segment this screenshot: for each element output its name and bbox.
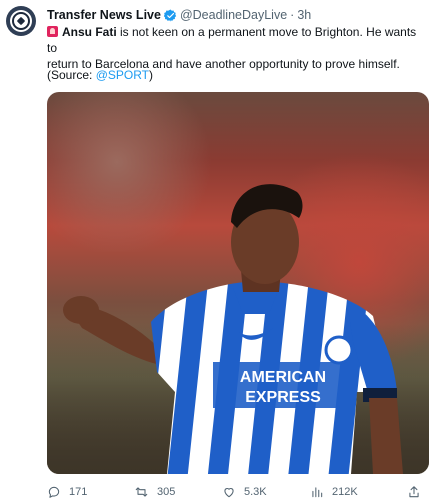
share-button[interactable] (407, 485, 429, 499)
retweet-count: 305 (157, 486, 176, 498)
avatar[interactable] (6, 6, 36, 36)
views-button[interactable]: 212K (310, 485, 397, 499)
heart-icon (224, 488, 234, 498)
reply-icon (48, 486, 60, 498)
source-suffix: ) (149, 68, 153, 82)
siren-emoji-icon (47, 26, 58, 37)
display-name[interactable]: Transfer News Live (47, 8, 161, 22)
tweet[interactable]: Transfer News Live @DeadlineDayLive · 3h… (0, 0, 436, 504)
source-prefix: (Source: (47, 68, 96, 82)
separator-dot: · (290, 8, 295, 22)
player-name: Ansu Fati (62, 25, 117, 39)
handle[interactable]: @DeadlineDayLive (180, 8, 287, 22)
views-count: 212K (332, 486, 358, 498)
views-chart-icon (312, 487, 323, 498)
football-icon (10, 10, 32, 32)
tweet-photo[interactable]: AMERICAN EXPRESS (47, 92, 429, 474)
retweet-button[interactable]: 305 (134, 485, 222, 499)
timestamp[interactable]: 3h (297, 8, 311, 22)
tweet-header: Transfer News Live @DeadlineDayLive · 3h (47, 6, 311, 24)
action-bar: 171 305 5.3K 212K (47, 484, 429, 500)
tweet-text: Ansu Fati is not keen on a permanent mov… (47, 24, 427, 72)
reply-count: 171 (69, 486, 88, 498)
club-crest-icon (324, 335, 354, 365)
retweet-icon (135, 487, 148, 497)
kit-sponsor-line1: AMERICAN (240, 369, 326, 386)
like-button[interactable]: 5.3K (222, 485, 310, 499)
reply-button[interactable]: 171 (47, 485, 134, 499)
source-mention-link[interactable]: @SPORT (96, 68, 149, 82)
like-count: 5.3K (244, 486, 267, 498)
share-icon (409, 486, 419, 498)
verified-badge-icon (163, 9, 177, 22)
player-illustration: AMERICAN EXPRESS (63, 184, 403, 474)
source-line: (Source: @SPORT) (47, 68, 153, 82)
kit-sponsor-line2: EXPRESS (245, 389, 321, 406)
